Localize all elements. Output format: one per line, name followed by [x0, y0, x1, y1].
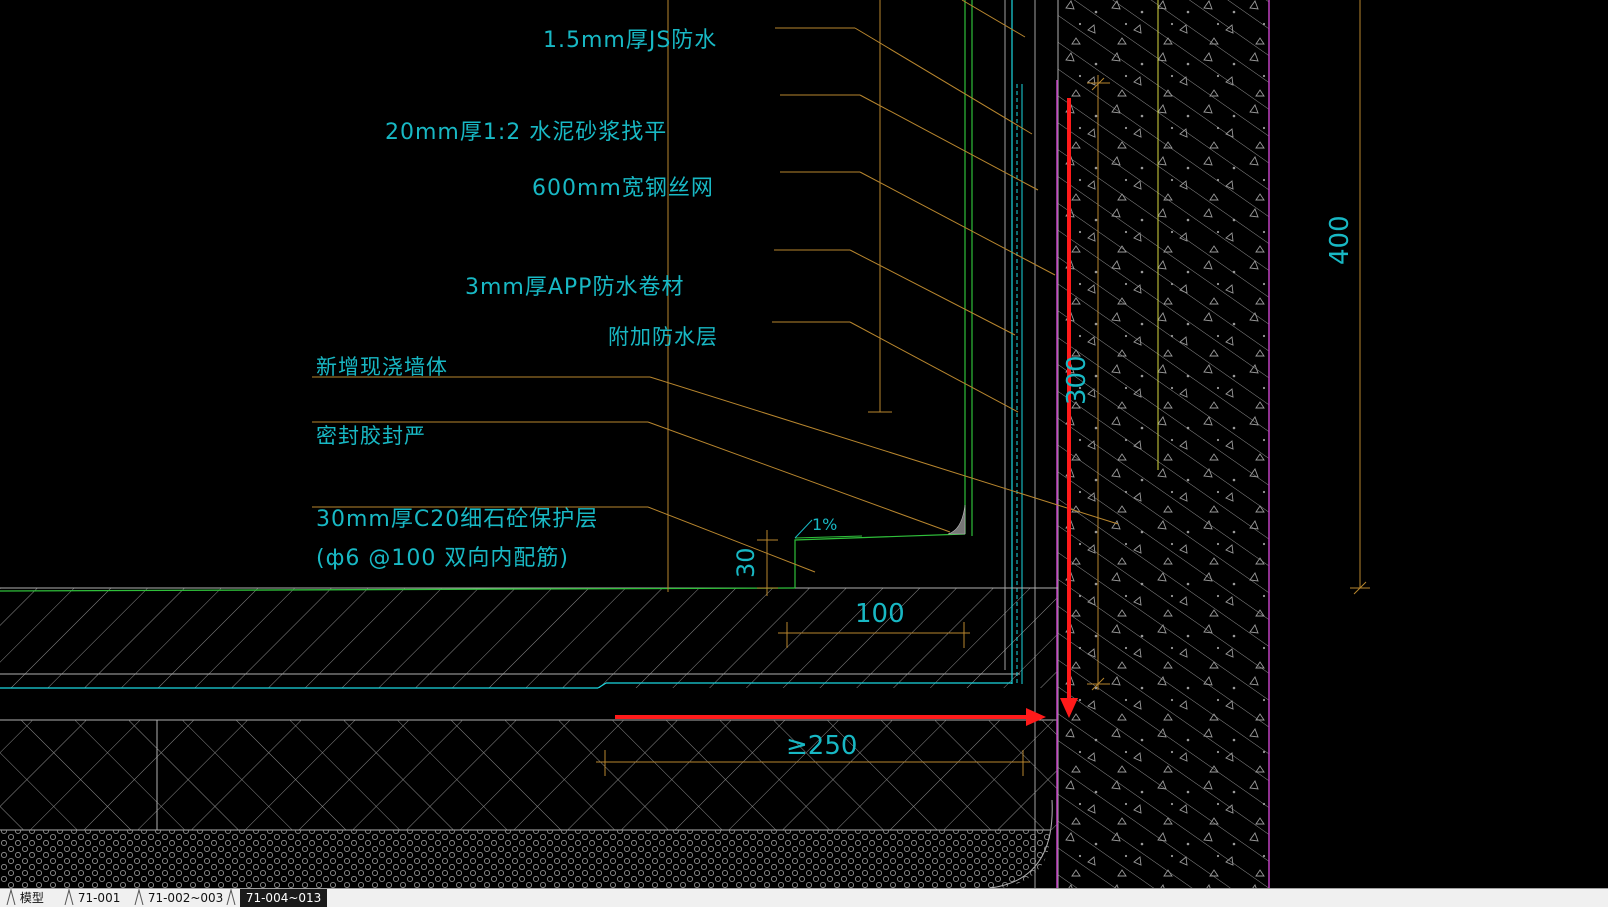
cad-drawing-canvas[interactable]: 1.5mm厚JS防水 20mm厚1:2 水泥砂浆找平 600mm宽钢丝网 3mm… — [0, 0, 1608, 888]
label-protective-layer: 30mm厚C20细石砼保护层 — [316, 507, 598, 532]
cad-viewport[interactable]: 1.5mm厚JS防水 20mm厚1:2 水泥砂浆找平 600mm宽钢丝网 3mm… — [0, 0, 1608, 907]
slope-label: 1% — [812, 515, 837, 534]
dim-100: 100 — [855, 599, 905, 629]
label-new-wall: 新增现浇墙体 — [316, 355, 448, 379]
existing-concrete-wall — [1057, 0, 1270, 888]
tab-model[interactable]: 模型 — [6, 889, 44, 907]
dim-30: 30 — [732, 547, 760, 578]
dim-400: 400 — [1325, 215, 1355, 265]
label-additional-layer: 附加防水层 — [608, 325, 718, 349]
tab-71-004-013[interactable]: 71-004~013 — [226, 889, 328, 907]
cross-hatch-layer — [0, 720, 1058, 831]
label-reinforcement: (ф6 @100 双向内配筋) — [316, 546, 569, 571]
annotation-texts: 1.5mm厚JS防水 20mm厚1:2 水泥砂浆找平 600mm宽钢丝网 3mm… — [316, 28, 718, 571]
tab-separator-icon — [6, 889, 16, 905]
label-cement-mortar: 20mm厚1:2 水泥砂浆找平 — [385, 120, 667, 145]
leader-lines — [312, 0, 1119, 592]
tab-71-001[interactable]: 71-001 — [64, 889, 120, 907]
tab-separator-icon — [226, 889, 236, 905]
dim-250: ≥250 — [786, 731, 857, 761]
tab-separator-icon — [64, 889, 74, 905]
layout-tab-bar: 模型 71-001 71-002~003 71-004~013 — [0, 888, 1608, 907]
tab-71-002-003[interactable]: 71-002~003 — [134, 889, 223, 907]
tab-separator-icon — [134, 889, 144, 905]
label-app-membrane: 3mm厚APP防水卷材 — [465, 275, 684, 300]
label-js-waterproof: 1.5mm厚JS防水 — [543, 28, 717, 53]
dim-300: 300 — [1062, 355, 1092, 405]
label-sealant: 密封胶封严 — [316, 424, 426, 448]
label-steel-mesh: 600mm宽钢丝网 — [532, 176, 714, 201]
